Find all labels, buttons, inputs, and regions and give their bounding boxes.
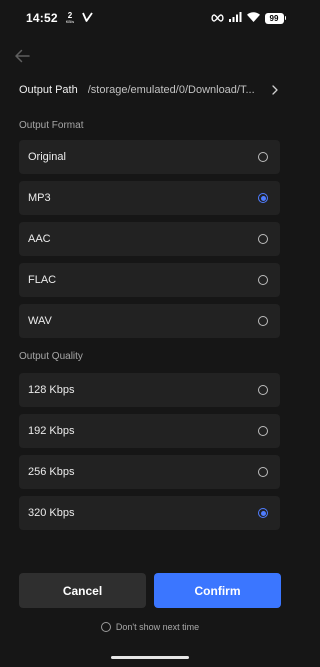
format-option-label: MP3 <box>28 192 51 204</box>
radio-icon <box>258 316 268 326</box>
output-path-label: Output Path <box>19 84 78 96</box>
action-buttons: Cancel Confirm <box>19 573 281 608</box>
battery-icon: 99 <box>264 12 286 24</box>
infinity-icon <box>210 9 224 27</box>
format-option-label: FLAC <box>28 274 57 286</box>
output-path-value: /storage/emulated/0/Download/T... <box>87 84 255 96</box>
radio-icon <box>258 508 268 518</box>
radio-icon <box>258 193 268 203</box>
cancel-button[interactable]: Cancel <box>19 573 146 608</box>
format-option-aac[interactable]: AAC <box>19 222 280 256</box>
quality-option-label: 128 Kbps <box>28 384 75 396</box>
battery-level: 99 <box>264 12 284 24</box>
status-bar: 14:52 2 KB/s 99 <box>0 0 300 36</box>
radio-icon <box>258 234 268 244</box>
radio-icon <box>258 275 268 285</box>
dont-show-checkbox[interactable] <box>100 622 111 632</box>
battery-tip <box>284 16 286 20</box>
chevron-right-icon <box>269 84 281 96</box>
format-option-original[interactable]: Original <box>19 140 280 174</box>
format-option-flac[interactable]: FLAC <box>19 263 280 297</box>
quality-option-label: 256 Kbps <box>28 466 75 478</box>
quality-option-192[interactable]: 192 Kbps <box>19 414 280 448</box>
home-indicator[interactable] <box>111 656 189 659</box>
output-format-title: Output Format <box>19 120 84 131</box>
output-format-options: Original MP3 AAC FLAC WAV <box>19 140 280 345</box>
quality-option-320[interactable]: 320 Kbps <box>19 496 280 530</box>
v-logo-icon <box>82 9 93 27</box>
network-speed: 2 KB/s <box>66 12 74 24</box>
quality-option-256[interactable]: 256 Kbps <box>19 455 280 489</box>
radio-icon <box>258 426 268 436</box>
quality-option-label: 192 Kbps <box>28 425 75 437</box>
radio-icon <box>258 467 268 477</box>
format-option-mp3[interactable]: MP3 <box>19 181 280 215</box>
wifi-icon <box>246 9 260 27</box>
dont-show-label: Don't show next time <box>115 622 200 632</box>
format-option-label: Original <box>28 151 66 163</box>
back-arrow-icon <box>15 49 30 63</box>
status-left: 14:52 2 KB/s <box>26 9 93 27</box>
quality-option-label: 320 Kbps <box>28 507 75 519</box>
output-quality-title: Output Quality <box>19 351 83 362</box>
format-option-wav[interactable]: WAV <box>19 304 280 338</box>
output-path-row[interactable]: Output Path /storage/emulated/0/Download… <box>19 76 281 104</box>
output-quality-options: 128 Kbps 192 Kbps 256 Kbps 320 Kbps <box>19 373 280 537</box>
confirm-button[interactable]: Confirm <box>154 573 281 608</box>
back-button[interactable] <box>10 44 34 68</box>
format-option-label: WAV <box>28 315 52 327</box>
radio-icon <box>258 385 268 395</box>
format-option-label: AAC <box>28 233 51 245</box>
signal-icon <box>228 9 242 27</box>
status-time: 14:52 <box>26 11 58 25</box>
dont-show-row[interactable]: Don't show next time <box>0 622 300 632</box>
network-speed-unit: KB/s <box>65 19 75 24</box>
quality-option-128[interactable]: 128 Kbps <box>19 373 280 407</box>
status-right: 99 <box>210 9 286 27</box>
radio-icon <box>258 152 268 162</box>
